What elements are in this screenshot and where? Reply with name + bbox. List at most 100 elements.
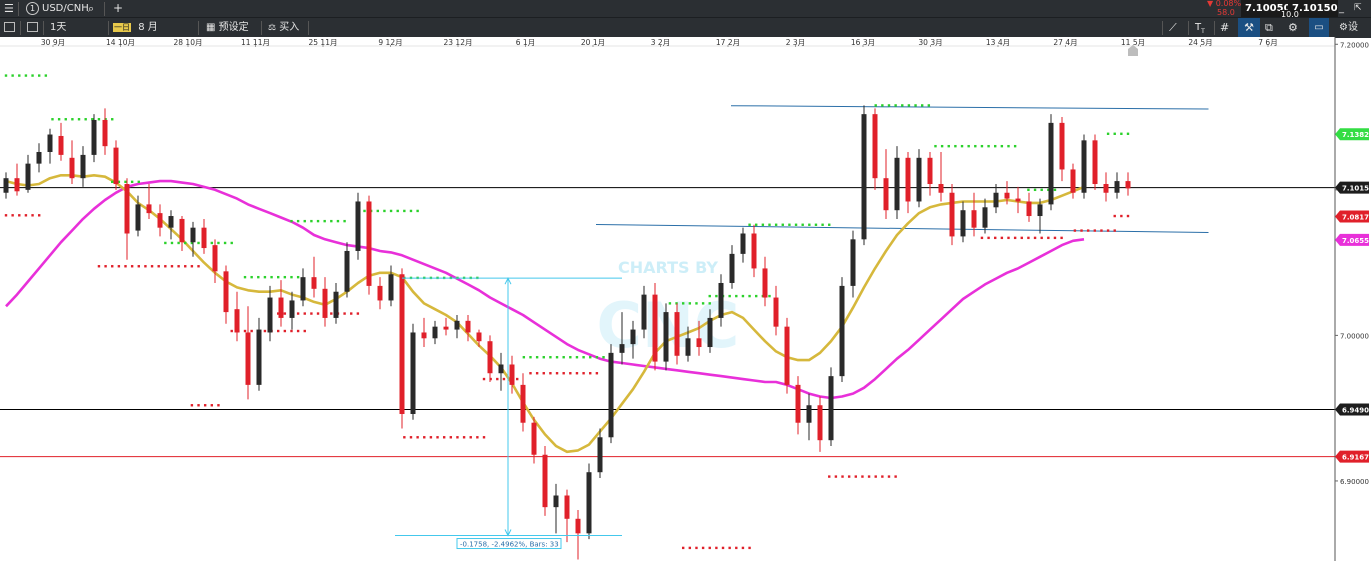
resistance-dot (363, 209, 366, 213)
candle-body (135, 204, 141, 231)
support-dot (881, 475, 884, 478)
period-select[interactable]: 一日 8 月 (113, 18, 158, 38)
candle-body (1125, 181, 1131, 189)
resistance-dot (170, 241, 174, 245)
resistance-dot (781, 223, 784, 226)
buy-button[interactable]: ⚖ 买入 (268, 18, 299, 38)
indicator-icon[interactable]: ⚒ (1238, 18, 1260, 38)
support-dot (575, 372, 579, 375)
candle-body (696, 338, 702, 348)
resistance-dot (708, 302, 711, 305)
y-axis: 7.200007.100007.000006.90000 (1335, 41, 1369, 486)
support-dot (150, 265, 154, 268)
price-label-text: 6.94909 (1342, 406, 1371, 414)
candle-body (784, 326, 790, 385)
candle-body (520, 384, 526, 423)
support-dot (1053, 236, 1057, 240)
support-dot (310, 312, 313, 315)
candle-body (36, 151, 42, 164)
add-tab-button[interactable]: + (113, 0, 123, 17)
preset-label: 预设定 (218, 22, 249, 33)
timeframe-select[interactable]: 1天 (50, 18, 66, 38)
resistance-dot (894, 104, 897, 107)
monitor-icon[interactable]: ▭ (1309, 18, 1329, 38)
candle-body (1026, 201, 1032, 217)
support-dot (502, 377, 506, 381)
support-dot (462, 436, 466, 439)
support-dot (715, 546, 718, 550)
resistance-dot (901, 104, 904, 107)
candle-body (938, 184, 944, 193)
support-dot (562, 372, 565, 375)
candle-body (1070, 169, 1076, 193)
resistance-dot (589, 356, 592, 359)
support-dot (1027, 236, 1030, 240)
support-dot (117, 265, 121, 268)
draw-line-icon[interactable]: ⟋ (1169, 18, 1177, 38)
support-dot (728, 546, 731, 550)
resistance-dot (801, 223, 804, 226)
candle-body (58, 135, 64, 155)
hamburger-icon[interactable]: ☰ (4, 0, 14, 17)
support-dot (1020, 236, 1023, 240)
candle-body (685, 338, 691, 356)
layout-icon[interactable] (27, 18, 38, 38)
resistance-dot (774, 223, 778, 226)
candle-body (850, 239, 856, 286)
support-dot (1000, 236, 1004, 240)
symbol-tab[interactable]: 1 USD/CNH (26, 0, 89, 17)
candle-body (14, 178, 20, 192)
crosshair-icon[interactable]: # (1220, 18, 1229, 38)
candle-body (476, 332, 482, 342)
support-dot (854, 475, 857, 478)
support-dot (97, 265, 101, 268)
support-dot (1040, 236, 1043, 240)
candle-body (1048, 122, 1054, 205)
support-dot (1086, 229, 1090, 232)
candle-body (993, 192, 999, 208)
resistance-dot (71, 118, 74, 121)
candle-body (377, 285, 383, 301)
resistance-dot (715, 294, 718, 298)
support-dot (423, 436, 426, 439)
candle-body (883, 178, 889, 211)
candle-body (399, 274, 405, 414)
support-dot (496, 377, 499, 381)
copy-icon[interactable]: ⧉ (1265, 18, 1273, 38)
candle-body (91, 119, 97, 155)
search-icon[interactable]: ⌕ (88, 0, 94, 17)
support-dot (708, 546, 711, 550)
resistance-dot (24, 74, 28, 77)
resistance-dot (137, 180, 140, 184)
support-dot (582, 372, 585, 375)
candle-body (333, 291, 339, 318)
resistance-dot (1007, 144, 1010, 148)
price-chart[interactable]: 30 9月 14 10月 28 10月 11 11月 25 11月 9 12月 23 12月… (0, 37, 1371, 561)
chart-toolbar: 1天 一日 8 月 ▦ 预设定 ⚖ 买入 ⟋ TT # ⚒ ⧉ ⚙ ▭ ⚙设 (0, 17, 1371, 38)
close-window-icon[interactable]: ⇱ (1354, 0, 1362, 17)
candle-body (1015, 198, 1021, 202)
support-dot (1113, 229, 1116, 232)
candle-body (278, 297, 284, 318)
minimize-icon[interactable]: _ (1339, 0, 1344, 17)
chart-svg[interactable]: 30 9月 14 10月 28 10月 11 11月 25 11月 9 12月 23 12月… (0, 37, 1371, 561)
resistance-dot (728, 294, 731, 298)
resistance-dot (343, 219, 346, 223)
candle-body (190, 227, 196, 243)
resistance-dot (1106, 132, 1110, 135)
list-icon[interactable] (4, 18, 15, 38)
support-dot (283, 312, 287, 315)
candle-body (212, 245, 218, 272)
candle-body (322, 288, 328, 318)
preset-button[interactable]: ▦ 预设定 (206, 18, 249, 38)
text-tool-icon[interactable]: TT (1195, 18, 1205, 38)
support-dot (701, 546, 705, 550)
support-dot (4, 214, 8, 217)
resistance-dot (217, 241, 220, 245)
settings-icon[interactable]: ⚙ (1288, 18, 1298, 38)
resistance-dot (602, 356, 605, 359)
gear-icon[interactable]: ⚙设 (1339, 18, 1358, 38)
price-labels: 7.13820 7.10150 7.08172 7.06556 6.94909 6.916… (1335, 128, 1371, 463)
resistance-dot (1120, 132, 1123, 135)
support-dot (589, 372, 592, 375)
